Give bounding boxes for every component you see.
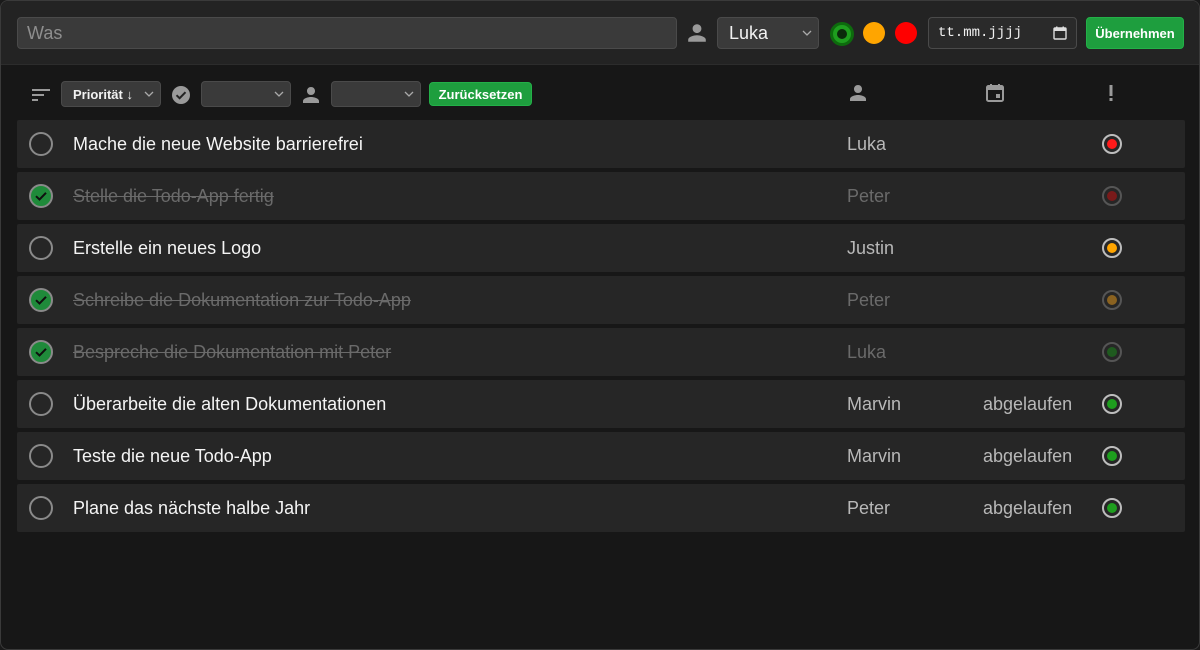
priority-indicator[interactable]: [1102, 134, 1122, 154]
task-assignee: Marvin: [847, 446, 902, 466]
apply-button[interactable]: Übernehmen: [1086, 17, 1184, 49]
calendar-icon[interactable]: [985, 83, 1005, 103]
assignee-select[interactable]: Luka: [717, 17, 819, 49]
status-filter-select[interactable]: [201, 81, 291, 107]
calendar-icon[interactable]: [1053, 26, 1067, 40]
task-title: Teste die neue Todo-App: [73, 446, 272, 466]
task-due: abgelaufen: [983, 394, 1073, 414]
user-filter-select[interactable]: [331, 81, 421, 107]
person-icon: [686, 22, 708, 44]
priority-high-option[interactable]: [895, 22, 917, 44]
complete-toggle[interactable]: [29, 444, 53, 468]
assignee-select-value: Luka: [729, 22, 769, 43]
task-assignee: Justin: [847, 238, 895, 258]
priority-indicator[interactable]: [1102, 498, 1122, 518]
task-row[interactable]: Schreibe die Dokumentation zur Todo-App …: [17, 276, 1185, 324]
complete-toggle[interactable]: [29, 340, 53, 364]
task-assignee: Peter: [847, 186, 891, 206]
checkmark-icon: [35, 296, 47, 305]
top-toolbar: Luka tt.mm.jjjj Übernehmen: [1, 1, 1199, 65]
chevron-down-icon: [274, 89, 284, 99]
task-row[interactable]: Überarbeite die alten Dokumentationen Ma…: [17, 380, 1185, 428]
exclamation-icon[interactable]: [1101, 83, 1121, 103]
task-row[interactable]: Erstelle ein neues Logo Justin: [17, 224, 1185, 272]
task-row[interactable]: Bespreche die Dokumentation mit Peter Lu…: [17, 328, 1185, 376]
priority-indicator[interactable]: [1102, 342, 1122, 362]
complete-toggle[interactable]: [29, 496, 53, 520]
check-circle-icon: [171, 85, 191, 105]
sort-select[interactable]: Priorität ↓: [61, 81, 161, 107]
reset-button[interactable]: Zurücksetzen: [429, 82, 532, 106]
task-assignee: Peter: [847, 290, 891, 310]
priority-low-option[interactable]: [830, 22, 854, 46]
priority-indicator[interactable]: [1102, 394, 1122, 414]
complete-toggle[interactable]: [29, 132, 53, 156]
task-title-input[interactable]: [17, 17, 677, 49]
task-title: Bespreche die Dokumentation mit Peter: [73, 342, 392, 362]
task-title: Plane das nächste halbe Jahr: [73, 498, 311, 518]
task-row[interactable]: Mache die neue Website barrierefrei Luka: [17, 120, 1185, 168]
task-assignee: Luka: [847, 134, 887, 154]
priority-indicator[interactable]: [1102, 238, 1122, 258]
due-date-placeholder: tt.mm.jjjj: [938, 25, 1023, 41]
priority-indicator[interactable]: [1102, 446, 1122, 466]
task-row[interactable]: Teste die neue Todo-App Marvin abgelaufe…: [17, 432, 1185, 480]
task-title: Erstelle ein neues Logo: [73, 238, 262, 258]
task-row[interactable]: Stelle die Todo-App fertig Peter: [17, 172, 1185, 220]
task-title: Stelle die Todo-App fertig: [73, 186, 274, 206]
task-assignee: Luka: [847, 342, 887, 362]
task-title: Mache die neue Website barrierefrei: [73, 134, 363, 154]
task-due: abgelaufen: [983, 498, 1073, 518]
checkmark-icon: [35, 348, 47, 357]
priority-indicator[interactable]: [1102, 186, 1122, 206]
complete-toggle[interactable]: [29, 288, 53, 312]
checkmark-icon: [35, 192, 47, 201]
chevron-down-icon: [404, 89, 414, 99]
task-assignee: Peter: [847, 498, 891, 518]
task-row[interactable]: Plane das nächste halbe Jahr Peter abgel…: [17, 484, 1185, 532]
priority-indicator[interactable]: [1102, 290, 1122, 310]
sort-select-value: Priorität ↓: [73, 86, 133, 102]
task-title: Überarbeite die alten Dokumentationen: [73, 394, 387, 414]
complete-toggle[interactable]: [29, 392, 53, 416]
person-icon[interactable]: [848, 83, 868, 103]
app-window: Luka tt.mm.jjjj Übernehmen Priorität ↓: [0, 0, 1200, 650]
priority-medium-option[interactable]: [863, 22, 885, 44]
complete-toggle[interactable]: [29, 236, 53, 260]
task-due: abgelaufen: [983, 446, 1073, 466]
chevron-down-icon: [144, 89, 154, 99]
person-icon: [301, 85, 321, 105]
task-assignee: Marvin: [847, 394, 902, 414]
task-title: Schreibe die Dokumentation zur Todo-App: [73, 290, 411, 310]
sort-icon: [31, 87, 51, 103]
due-date-input[interactable]: tt.mm.jjjj: [928, 17, 1077, 49]
chevron-down-icon: [802, 28, 812, 38]
complete-toggle[interactable]: [29, 184, 53, 208]
